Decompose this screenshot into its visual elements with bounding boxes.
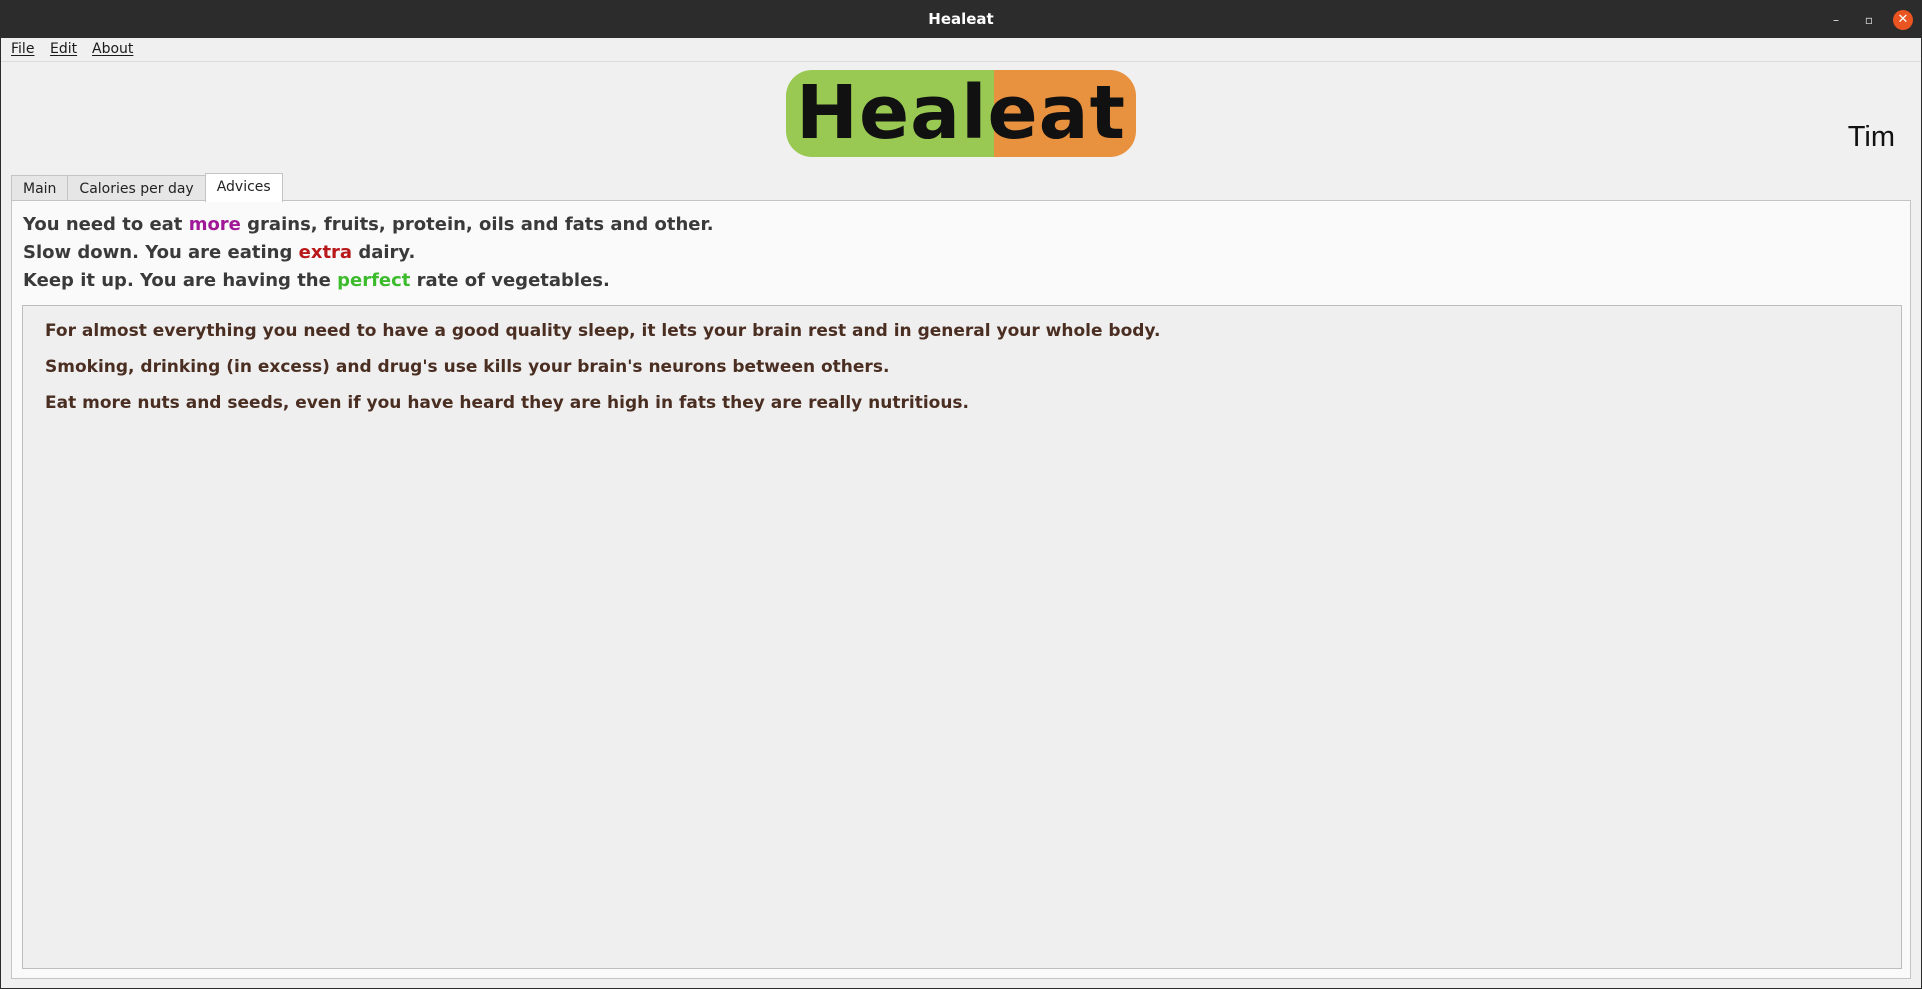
user-name: Tim bbox=[1847, 121, 1895, 153]
menu-bar: File Edit About bbox=[1, 38, 1921, 62]
menu-file-mnemonic: F bbox=[11, 41, 19, 57]
window-title: Healeat bbox=[928, 10, 994, 28]
menu-edit[interactable]: Edit bbox=[50, 41, 77, 57]
menu-edit-mnemonic: E bbox=[50, 41, 59, 57]
menu-file[interactable]: File bbox=[11, 41, 34, 57]
maximize-icon[interactable]: ▫ bbox=[1859, 10, 1879, 30]
status-text: grains, fruits, protein, oils and fats a… bbox=[240, 214, 714, 235]
advice-item: Smoking, drinking (in excess) and drug's… bbox=[45, 357, 890, 377]
status-text: You need to eat bbox=[23, 214, 189, 235]
minimize-icon[interactable]: – bbox=[1826, 10, 1846, 30]
close-icon[interactable]: ✕ bbox=[1893, 10, 1913, 30]
status-line-dairy: Slow down. You are eating extra dairy. bbox=[23, 239, 714, 267]
menu-about[interactable]: About bbox=[92, 41, 133, 57]
advices-list[interactable]: For almost everything you need to have a… bbox=[22, 305, 1902, 969]
title-bar[interactable]: Healeat – ▫ ✕ bbox=[1, 1, 1921, 38]
status-line-grains: You need to eat more grains, fruits, pro… bbox=[23, 211, 714, 239]
tab-main[interactable]: Main bbox=[11, 175, 69, 202]
advices-panel: You need to eat more grains, fruits, pro… bbox=[11, 200, 1911, 979]
logo-text: Healeat bbox=[796, 70, 1126, 156]
tab-bar: Main Calories per day Advices bbox=[11, 173, 283, 202]
tab-calories-per-day[interactable]: Calories per day bbox=[67, 175, 206, 202]
status-text: Slow down. You are eating bbox=[23, 242, 299, 263]
menu-about-mnemonic: A bbox=[92, 41, 102, 57]
advice-item: Eat more nuts and seeds, even if you hav… bbox=[45, 393, 970, 413]
tab-advices[interactable]: Advices bbox=[204, 173, 283, 202]
menu-file-label: ile bbox=[18, 41, 35, 57]
menu-about-label: bout bbox=[101, 41, 134, 57]
status-highlight-extra: extra bbox=[298, 242, 353, 263]
status-text: dairy. bbox=[352, 242, 416, 263]
status-text: rate of vegetables. bbox=[410, 270, 610, 291]
status-summary: You need to eat more grains, fruits, pro… bbox=[23, 211, 714, 295]
healeat-logo: Healeat bbox=[786, 70, 1136, 157]
advice-item: For almost everything you need to have a… bbox=[45, 321, 1161, 341]
status-highlight-more: more bbox=[188, 214, 241, 235]
menu-edit-label: dit bbox=[58, 41, 78, 57]
status-highlight-perfect: perfect bbox=[337, 270, 411, 291]
status-line-vegetables: Keep it up. You are having the perfect r… bbox=[23, 267, 714, 295]
status-text: Keep it up. You are having the bbox=[23, 270, 338, 291]
app-window: Healeat – ▫ ✕ File Edit About Healeat Ti… bbox=[0, 0, 1922, 989]
